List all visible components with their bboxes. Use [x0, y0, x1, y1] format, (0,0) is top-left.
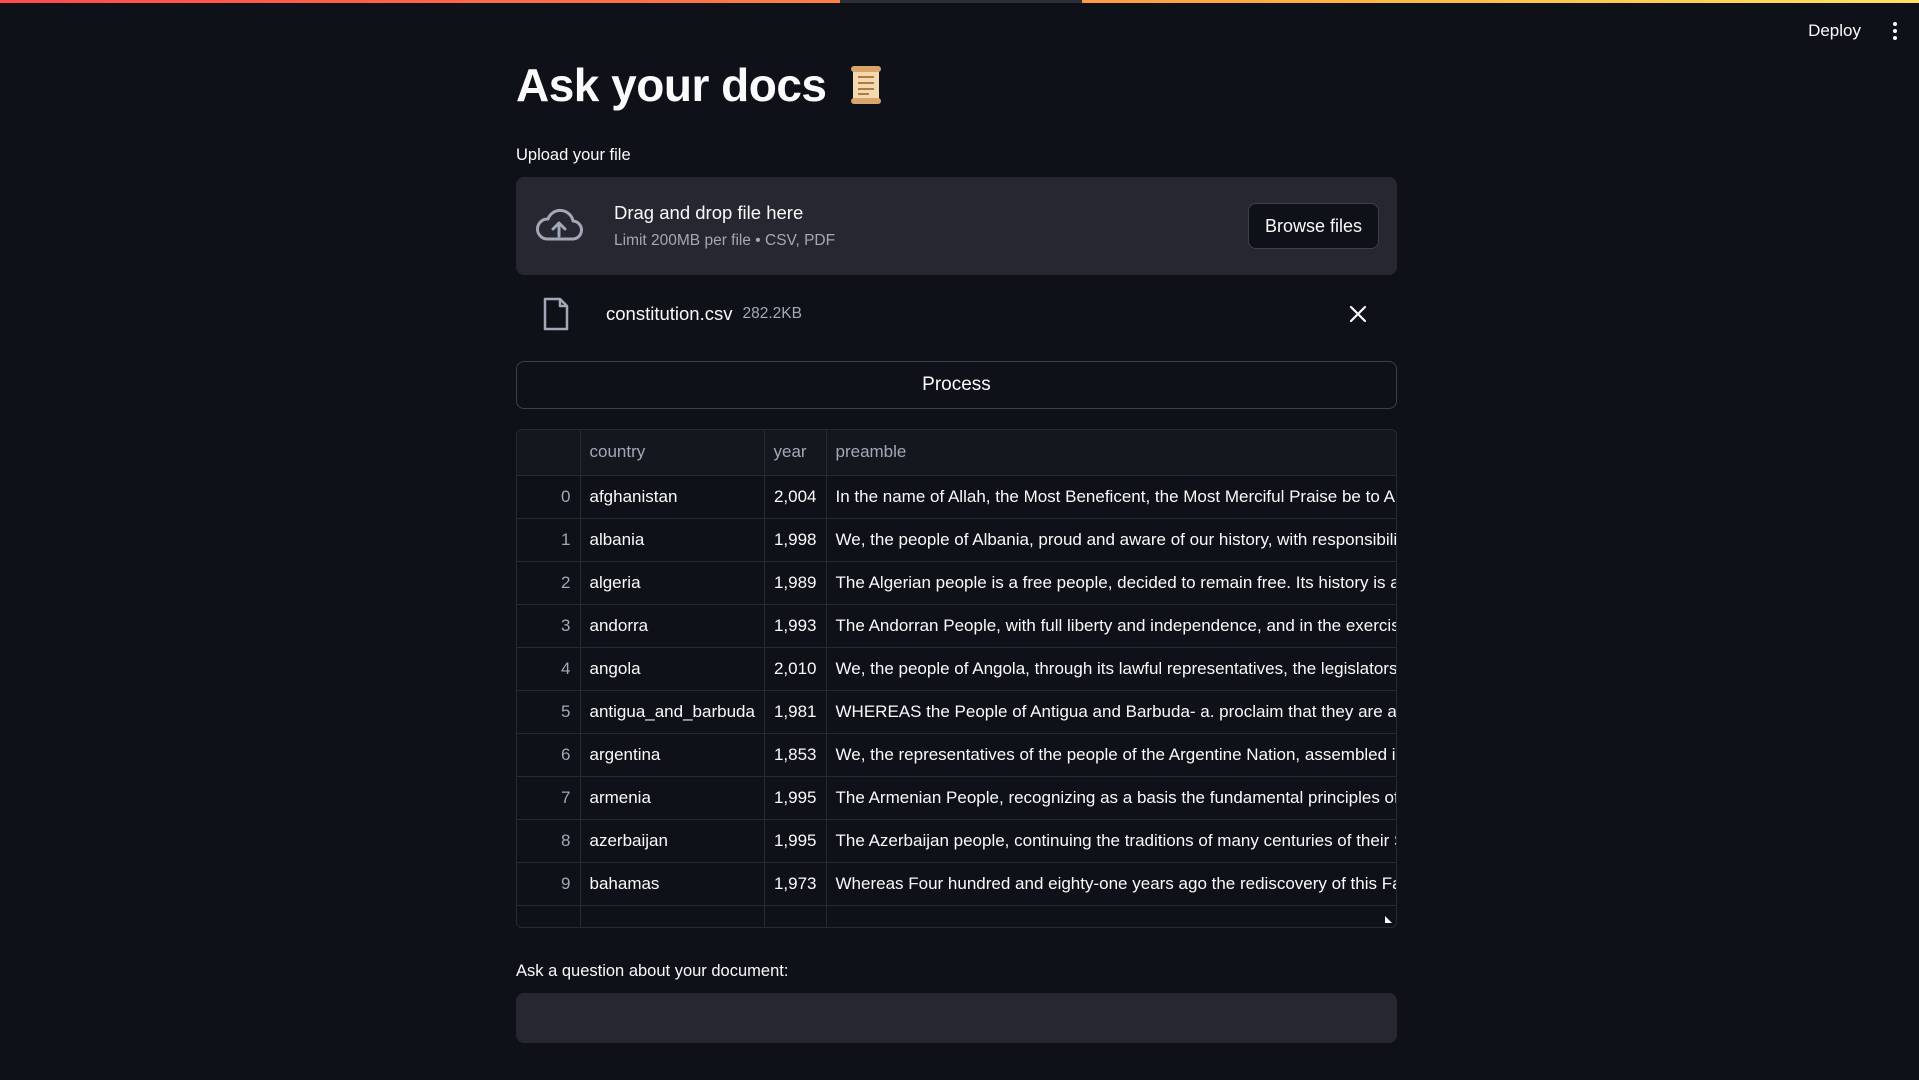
cell-preamble[interactable]: The Algerian people is a free people, de… [826, 561, 1396, 605]
row-index: 1 [517, 518, 581, 562]
main-content: Ask your docs Upload your file Drag and … [516, 50, 1397, 1043]
cell-year[interactable]: 1,989 [764, 561, 827, 605]
dropzone-subtitle: Limit 200MB per file • CSV, PDF [614, 232, 836, 249]
cell-country[interactable]: albania [580, 518, 765, 562]
row-index: 0 [517, 475, 581, 519]
cell-preamble[interactable]: The Andorran People, with full liberty a… [826, 604, 1396, 648]
row-index: 6 [517, 733, 581, 777]
row-index: 7 [517, 776, 581, 820]
cell-country[interactable]: afghanistan [580, 475, 765, 519]
scroll-icon [850, 66, 881, 104]
upload-label: Upload your file [516, 146, 631, 164]
column-header-preamble[interactable]: preamble [826, 430, 1396, 476]
table-row[interactable]: 5 antigua_and_barbuda 1,981 WHEREAS the … [517, 690, 1396, 734]
table-row[interactable]: 0 afghanistan 2,004 In the name of Allah… [517, 475, 1396, 519]
process-button[interactable]: Process [516, 361, 1397, 409]
question-input[interactable] [516, 993, 1397, 1043]
column-header-year[interactable]: year [764, 430, 827, 476]
remove-file-icon[interactable] [1349, 305, 1367, 323]
cloud-upload-icon [536, 208, 583, 241]
table-row[interactable]: 3 andorra 1,993 The Andorran People, wit… [517, 604, 1396, 648]
browse-files-button[interactable]: Browse files [1247, 203, 1379, 249]
file-dropzone[interactable]: Drag and drop file here Limit 200MB per … [516, 177, 1397, 275]
cell-country[interactable]: andorra [580, 604, 765, 648]
kebab-menu-icon[interactable] [1889, 16, 1901, 46]
table-row[interactable]: 2 algeria 1,989 The Algerian people is a… [517, 561, 1396, 605]
cell-year[interactable]: 1,993 [764, 604, 827, 648]
table-resize-handle[interactable] [1385, 916, 1392, 923]
dropzone-text: Drag and drop file here Limit 200MB per … [614, 202, 1248, 250]
cell-country[interactable]: argentina [580, 733, 765, 777]
cell-year[interactable]: 1,998 [764, 518, 827, 562]
cell-year[interactable]: 1,995 [764, 819, 827, 863]
cell-country[interactable]: angola [580, 647, 765, 691]
dropzone-title: Drag and drop file here [614, 202, 804, 223]
cell-year[interactable]: 2,010 [764, 647, 827, 691]
cell-year[interactable]: 1,981 [764, 690, 827, 734]
question-label: Ask a question about your document: [516, 962, 789, 980]
header-toolbar: Deploy [1802, 14, 1901, 48]
column-header-country[interactable]: country [580, 430, 765, 476]
row-index: 9 [517, 862, 581, 906]
cell-year[interactable]: 1,995 [764, 776, 827, 820]
row-index: 3 [517, 604, 581, 648]
table-row[interactable]: 7 armenia 1,995 The Armenian People, rec… [517, 776, 1396, 820]
title-row: Ask your docs [516, 50, 1397, 120]
row-index: 8 [517, 819, 581, 863]
cell-preamble[interactable]: WHEREAS the People of Antigua and Barbud… [826, 690, 1396, 734]
cell-year[interactable]: 2,004 [764, 475, 827, 519]
table-row[interactable]: 4 angola 2,010 We, the people of Angola,… [517, 647, 1396, 691]
row-index: 2 [517, 561, 581, 605]
table-row[interactable]: 1 albania 1,998 We, the people of Albani… [517, 518, 1396, 562]
cell-preamble[interactable]: Whereas Four hundred and eighty-one year… [826, 862, 1396, 906]
cell-country[interactable]: bahamas [580, 862, 765, 906]
data-table: country year preamble 0 afghanistan 2,00… [517, 430, 1396, 927]
cell-preamble[interactable]: We, the people of Albania, proud and awa… [826, 518, 1396, 562]
page-title: Ask your docs [516, 59, 827, 111]
table-row[interactable]: 9 bahamas 1,973 Whereas Four hundred and… [517, 862, 1396, 906]
table-row-partial[interactable] [517, 905, 1396, 927]
cell-year[interactable]: 1,853 [764, 733, 827, 777]
table-row[interactable]: 8 azerbaijan 1,995 The Azerbaijan people… [517, 819, 1396, 863]
cell-preamble[interactable]: We, the representatives of the people of… [826, 733, 1396, 777]
cell-preamble[interactable]: The Armenian People, recognizing as a ba… [826, 776, 1396, 820]
row-index: 5 [517, 690, 581, 734]
top-progress-segment [840, 0, 1082, 3]
dataframe-viewer[interactable]: country year preamble 0 afghanistan 2,00… [516, 429, 1397, 928]
cell-preamble[interactable]: In the name of Allah, the Most Beneficen… [826, 475, 1396, 519]
cell-preamble[interactable]: We, the people of Angola, through its la… [826, 647, 1396, 691]
file-icon [543, 297, 569, 331]
cell-country[interactable]: algeria [580, 561, 765, 605]
uploaded-file-name: constitution.csv [606, 303, 733, 324]
uploaded-file-size: 282.2KB [742, 305, 802, 322]
column-header-index[interactable] [517, 430, 581, 476]
row-index: 4 [517, 647, 581, 691]
table-row[interactable]: 6 argentina 1,853 We, the representative… [517, 733, 1396, 777]
cell-country[interactable]: antigua_and_barbuda [580, 690, 765, 734]
uploaded-file-item: constitution.csv 282.2KB [516, 275, 1397, 353]
cell-preamble[interactable]: The Azerbaijan people, continuing the tr… [826, 819, 1396, 863]
table-header-row: country year preamble [517, 430, 1396, 476]
cell-country[interactable]: azerbaijan [580, 819, 765, 863]
cell-year[interactable]: 1,973 [764, 862, 827, 906]
cell-country[interactable]: armenia [580, 776, 765, 820]
deploy-button[interactable]: Deploy [1802, 17, 1867, 45]
